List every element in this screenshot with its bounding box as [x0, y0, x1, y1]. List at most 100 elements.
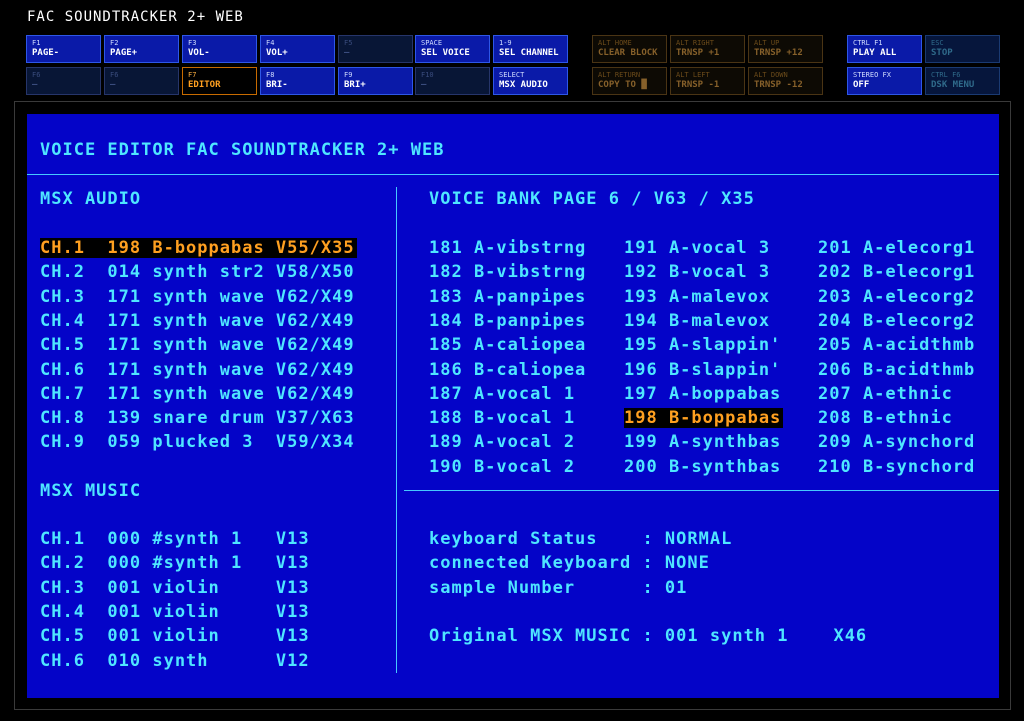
key-button-esc-stop[interactable]: ESC STOP — [925, 35, 1000, 63]
voice-bank-item[interactable]: 190 B-vocal 2 — [429, 457, 575, 477]
msx-audio-channel-8[interactable]: CH.8 139 snare drum V37/X63 — [40, 408, 355, 428]
key-shortcut: STEREO FX — [853, 71, 891, 79]
key-button-alt-return-copy-to[interactable]: ALT RETURN COPY TO █ — [592, 67, 667, 95]
voice-bank-item[interactable]: 199 A-synthbas — [624, 432, 781, 452]
key-label: MSX AUDIO — [499, 80, 548, 90]
key-button-alt-up-trnsp-12[interactable]: ALT UP TRNSP +12 — [748, 35, 823, 63]
key-button-f5[interactable]: F5— — [338, 35, 413, 63]
voice-bank-item[interactable]: 191 A-vocal 3 — [624, 238, 770, 258]
voice-bank-item[interactable]: 181 A-vibstrng — [429, 238, 586, 258]
key-shortcut: F8 — [266, 71, 275, 79]
voice-bank-item[interactable]: 209 A-synchord — [818, 432, 975, 452]
key-button-f7-editor[interactable]: F7 EDITOR — [182, 67, 257, 95]
msx-audio-channel-2[interactable]: CH.2 014 synth str2 V58/X50 — [40, 262, 355, 282]
key-label: — — [110, 80, 116, 90]
key-shortcut: F7 — [188, 71, 197, 79]
voice-bank-item[interactable]: 203 A-elecorg2 — [818, 287, 975, 307]
voice-bank-item[interactable]: 198 B-boppabas — [624, 408, 784, 429]
key-button-space-sel-voice[interactable]: SPACE SEL VOICE — [415, 35, 490, 63]
key-button-alt-down-trnsp-12[interactable]: ALT DOWN TRNSP -12 — [748, 67, 823, 95]
voice-bank-item[interactable]: 194 B-malevox — [624, 311, 770, 331]
key-label: VOL+ — [266, 48, 288, 58]
key-button-f1-page[interactable]: F1 PAGE- — [26, 35, 101, 63]
voice-bank-item[interactable]: 186 B-caliopea — [429, 360, 586, 380]
voice-bank-item[interactable]: 185 A-caliopea — [429, 335, 586, 355]
key-shortcut: ALT LEFT — [676, 71, 710, 79]
voice-bank-item[interactable]: 200 B-synthbas — [624, 457, 781, 477]
editor-title: VOICE EDITOR FAC SOUNDTRACKER 2+ WEB — [40, 140, 445, 160]
voice-bank-item[interactable]: 195 A-slappin' — [624, 335, 781, 355]
voice-bank-item[interactable]: 184 B-panpipes — [429, 311, 586, 331]
key-shortcut: CTRL F1 — [853, 39, 883, 47]
voice-editor-panel: VOICE EDITOR FAC SOUNDTRACKER 2+ WEB MSX… — [27, 114, 999, 698]
voice-bank-item[interactable]: 192 B-vocal 3 — [624, 262, 770, 282]
key-shortcut: ALT UP — [754, 39, 780, 47]
voice-bank-item[interactable]: 193 A-malevox — [624, 287, 770, 307]
key-button-select-msx-audio[interactable]: SELECT MSX AUDIO — [493, 67, 568, 95]
voice-bank-item[interactable]: 188 B-vocal 1 — [429, 408, 575, 428]
key-label: EDITOR — [188, 80, 221, 90]
voice-bank-item[interactable]: 206 B-acidthmb — [818, 360, 975, 380]
key-button-f8-bri[interactable]: F8 BRI- — [260, 67, 335, 95]
msx-audio-channel-7[interactable]: CH.7 171 synth wave V62/X49 — [40, 384, 355, 404]
key-shortcut: F6 — [110, 71, 119, 79]
voice-bank-item[interactable]: 204 B-elecorg2 — [818, 311, 975, 331]
key-shortcut: F10 — [421, 71, 434, 79]
app-title: FAC SOUNDTRACKER 2+ WEB — [27, 9, 244, 25]
key-label: TRNSP -1 — [676, 80, 720, 90]
status-divider — [404, 490, 999, 491]
key-label: PAGE+ — [110, 48, 138, 58]
key-shortcut: ALT DOWN — [754, 71, 788, 79]
key-button-f4-vol[interactable]: F4 VOL+ — [260, 35, 335, 63]
msx-music-channel-6[interactable]: CH.6 010 synth V12 — [40, 651, 310, 671]
key-shortcut: ALT RIGHT — [676, 39, 714, 47]
key-shortcut: F4 — [266, 39, 275, 47]
msx-audio-channel-1[interactable]: CH.1 198 B-boppabas V55/X35 — [40, 238, 357, 258]
key-shortcut: F6 — [32, 71, 41, 79]
key-button-f10[interactable]: F10— — [415, 67, 490, 95]
key-button-ctrl-f6-dsk-menu[interactable]: CTRL F6 DSK MENU — [925, 67, 1000, 95]
key-button-alt-right-trnsp-1[interactable]: ALT RIGHT TRNSP +1 — [670, 35, 745, 63]
key-shortcut: F9 — [344, 71, 353, 79]
key-button-stereo-fx-off[interactable]: STEREO FX OFF — [847, 67, 922, 95]
key-button-f6[interactable]: F6— — [26, 67, 101, 95]
msx-audio-channel-5[interactable]: CH.5 171 synth wave V62/X49 — [40, 335, 355, 355]
voice-bank-item[interactable]: 197 A-boppabas — [624, 384, 781, 404]
keyboard-status-line: keyboard Status : NORMAL — [429, 529, 733, 549]
voice-bank-item[interactable]: 207 A-ethnic — [818, 384, 953, 404]
key-shortcut: ESC — [931, 39, 944, 47]
key-button-f2-page[interactable]: F2 PAGE+ — [104, 35, 179, 63]
key-label: TRNSP -12 — [754, 80, 803, 90]
key-label: STOP — [931, 48, 953, 58]
voice-bank-item[interactable]: 205 A-acidthmb — [818, 335, 975, 355]
voice-bank-item[interactable]: 201 A-elecorg1 — [818, 238, 975, 258]
msx-audio-channel-6[interactable]: CH.6 171 synth wave V62/X49 — [40, 360, 355, 380]
key-button-f9-bri[interactable]: F9 BRI+ — [338, 67, 413, 95]
key-button-alt-home-clear-block[interactable]: ALT HOME CLEAR BLOCK — [592, 35, 667, 63]
msx-music-channel-4[interactable]: CH.4 001 violin V13 — [40, 602, 310, 622]
key-button-f6[interactable]: F6— — [104, 67, 179, 95]
voice-bank-item[interactable]: 189 A-vocal 2 — [429, 432, 575, 452]
msx-audio-channel-3[interactable]: CH.3 171 synth wave V62/X49 — [40, 287, 355, 307]
key-button-ctrl-f1-play-all[interactable]: CTRL F1 PLAY ALL — [847, 35, 922, 63]
key-label: DSK MENU — [931, 80, 975, 90]
voice-bank-item[interactable]: 187 A-vocal 1 — [429, 384, 575, 404]
key-label: PLAY ALL — [853, 48, 897, 58]
msx-music-channel-5[interactable]: CH.5 001 violin V13 — [40, 626, 310, 646]
msx-audio-channel-4[interactable]: CH.4 171 synth wave V62/X49 — [40, 311, 355, 331]
msx-music-channel-3[interactable]: CH.3 001 violin V13 — [40, 578, 310, 598]
voice-bank-item[interactable]: 183 A-panpipes — [429, 287, 586, 307]
msx-audio-heading: MSX AUDIO — [40, 189, 142, 209]
msx-audio-channel-9[interactable]: CH.9 059 plucked 3 V59/X34 — [40, 432, 355, 452]
voice-bank-item[interactable]: 208 B-ethnic — [818, 408, 953, 428]
key-button-alt-left-trnsp-1[interactable]: ALT LEFT TRNSP -1 — [670, 67, 745, 95]
msx-music-heading: MSX MUSIC — [40, 481, 142, 501]
voice-bank-item[interactable]: 210 B-synchord — [818, 457, 975, 477]
voice-bank-item[interactable]: 202 B-elecorg1 — [818, 262, 975, 282]
key-button-1-9-sel-channel[interactable]: 1-9 SEL CHANNEL — [493, 35, 568, 63]
msx-music-channel-2[interactable]: CH.2 000 #synth 1 V13 — [40, 553, 310, 573]
msx-music-channel-1[interactable]: CH.1 000 #synth 1 V13 — [40, 529, 310, 549]
key-button-f3-vol[interactable]: F3 VOL- — [182, 35, 257, 63]
voice-bank-item[interactable]: 182 B-vibstrng — [429, 262, 586, 282]
voice-bank-item[interactable]: 196 B-slappin' — [624, 360, 781, 380]
